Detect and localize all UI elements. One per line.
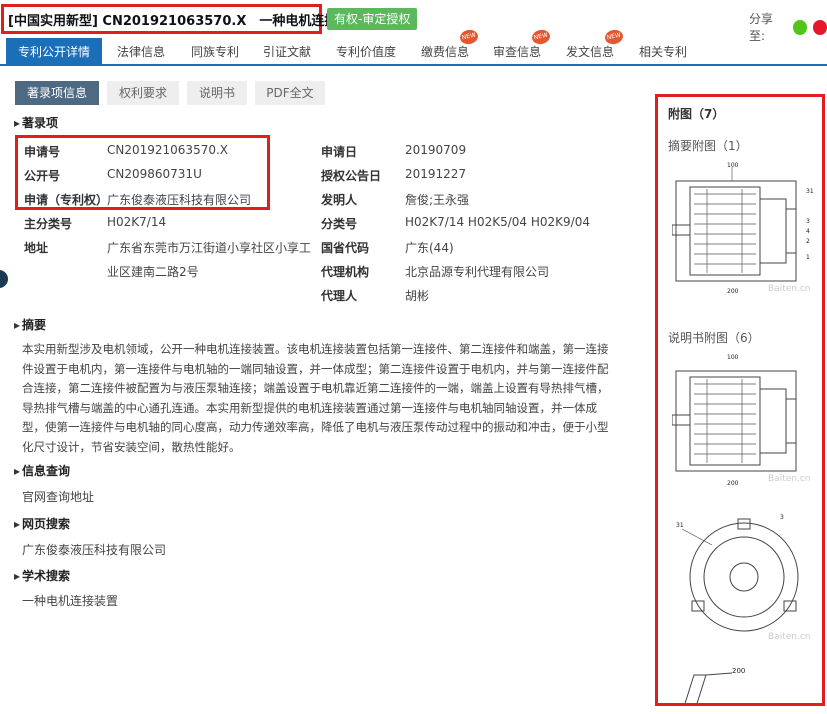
tab-label: 相关专利 (638, 45, 687, 59)
tab-label: 缴费信息 (420, 45, 469, 59)
figures-title: 附图（7） (668, 107, 725, 121)
inventor-label: 发明人 (321, 193, 358, 207)
subnav-description[interactable]: 说明书 (187, 81, 247, 105)
tab-label: 专利价值度 (335, 45, 396, 59)
description-figure-3[interactable]: 200 (672, 663, 816, 706)
fig-number: 1 (806, 254, 810, 261)
web-search-link[interactable]: 广东俊泰液压科技有限公司 (22, 541, 166, 558)
main-class-label: 主分类号 (24, 217, 73, 231)
inventor-value: 詹俊;王永强 (405, 193, 470, 207)
tab-label: 法律信息 (116, 45, 165, 59)
wechat-icon[interactable] (792, 19, 807, 35)
fig-number: 2 (806, 238, 810, 245)
agent-label: 代理人 (321, 289, 358, 303)
tab-citations[interactable]: 引证文献 (252, 38, 322, 66)
description-figures-label: 说明书附图（6） (668, 331, 760, 345)
app-no-value: CN201921063570.X (107, 143, 229, 157)
description-figure-2[interactable]: 31 3 Baiten.cn (672, 505, 816, 647)
fig-number: 3 (780, 514, 784, 521)
fig-number: 200 (727, 288, 739, 295)
pub-no-label: 公开号 (24, 169, 61, 183)
status-badge: 有权-审定授权 (327, 8, 418, 30)
address-value-line1: 广东省东莞市万江街道小享社区小享工 (107, 241, 312, 255)
subnav-pdf[interactable]: PDF全文 (255, 81, 325, 105)
fig-number: 100 (727, 162, 739, 169)
app-no-label: 申请号 (24, 145, 61, 159)
float-button[interactable] (0, 270, 8, 288)
academic-search-link[interactable]: 一种电机连接装置 (22, 592, 118, 609)
abstract-text: 本实用新型涉及电机领域，公开一种电机连接装置。该电机连接装置包括第一连接件、第二… (22, 342, 609, 454)
app-date-label: 申请日 (321, 145, 358, 159)
agency-value: 北京品源专利代理有限公司 (405, 265, 550, 279)
weibo-icon[interactable] (812, 19, 827, 35)
class-label: 分类号 (321, 217, 358, 231)
main-class-value: H02K7/14 (107, 215, 167, 229)
tab-patent-details[interactable]: 专利公开详情 (6, 38, 102, 66)
tab-label: 同族专利 (190, 45, 239, 59)
class-value: H02K7/14 H02K5/04 H02K9/04 (405, 215, 590, 229)
academic-search-heading: 学术搜索 (14, 567, 70, 584)
tab-label: 引证文献 (262, 45, 311, 59)
grant-date-label: 授权公告日 (321, 169, 382, 183)
official-query-link[interactable]: 官网查询地址 (22, 488, 94, 505)
tab-related[interactable]: 相关专利 (628, 38, 698, 66)
tab-family[interactable]: 同族专利 (180, 38, 250, 66)
province-label: 国省代码 (321, 241, 370, 255)
watermark: Baiten.cn (768, 474, 810, 484)
tab-bar: 专利公开详情 法律信息 同族专利 引证文献 专利价值度 缴费信息 NEW 审查信息… (0, 28, 827, 66)
app-date-value: 20190709 (405, 143, 467, 157)
biblio-heading: 著录项 (14, 114, 58, 131)
tab-value[interactable]: 专利价值度 (326, 38, 406, 66)
address-label: 地址 (24, 241, 49, 255)
subnav-biblio[interactable]: 著录项信息 (15, 81, 99, 105)
fig-number: 200 (732, 667, 745, 675)
tab-notices[interactable]: 发文信息 NEW (555, 28, 625, 66)
fig-number: 3 (806, 218, 810, 225)
pub-no-value: CN209860731U (107, 167, 202, 181)
abstract-figure[interactable]: 100 200 31 3 4 2 1 Baiten.cn (672, 159, 816, 299)
info-query-heading: 信息查询 (14, 462, 70, 479)
title-box: [中国实用新型] CN201921063570.X 一种电机连接装置 (1, 4, 363, 34)
agent-value: 胡彬 (405, 289, 430, 303)
applicant-value: 广东俊泰液压科技有限公司 (107, 193, 252, 207)
abstract-figures-label: 摘要附图（1） (668, 139, 748, 153)
agency-label: 代理机构 (321, 265, 370, 279)
header-bar: [中国实用新型] CN201921063570.X 一种电机连接装置 有权-审定… (0, 0, 827, 43)
fig-number: 4 (806, 228, 810, 235)
fig-number: 31 (806, 188, 814, 195)
province-value: 广东(44) (405, 241, 454, 255)
grant-date-value: 20191227 (405, 167, 467, 181)
abstract-heading: 摘要 (14, 316, 46, 333)
watermark: Baiten.cn (768, 632, 810, 642)
tab-label: 专利公开详情 (17, 45, 90, 59)
tab-legal-info[interactable]: 法律信息 (106, 38, 176, 66)
watermark: Baiten.cn (768, 284, 810, 294)
web-search-heading: 网页搜索 (14, 515, 70, 532)
address-value-line2: 业区建南二路2号 (107, 265, 199, 279)
fig-number: 31 (676, 522, 684, 529)
applicant-label: 申请（专利权） (24, 193, 109, 207)
fig-number: 100 (727, 354, 739, 361)
figures-panel: 附图（7） 摘要附图（1） 100 200 31 3 4 2 1 Baiten.… (655, 94, 825, 706)
tab-label: 发文信息 (565, 45, 614, 59)
fig-number: 200 (727, 480, 739, 487)
patent-title: [中国实用新型] CN201921063570.X 一种电机连接装置 (8, 13, 364, 29)
tab-fees[interactable]: 缴费信息 NEW (410, 28, 480, 66)
subnav-claims[interactable]: 权利要求 (107, 81, 179, 105)
tab-label: 审查信息 (492, 45, 541, 59)
description-figure-1[interactable]: 100 200 Baiten.cn (672, 349, 816, 491)
tab-examination[interactable]: 审查信息 NEW (482, 28, 552, 66)
